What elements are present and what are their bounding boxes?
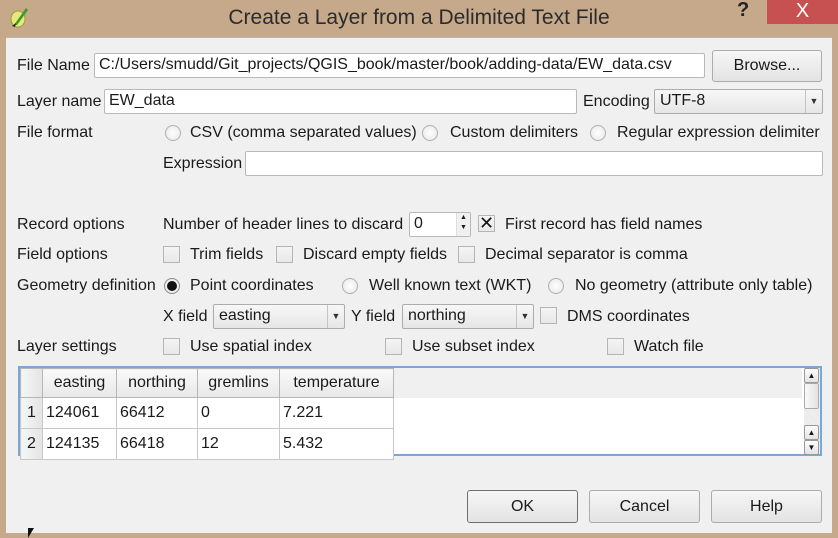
scroll-thumb[interactable] [804, 383, 819, 409]
y-field-select[interactable]: northing ▼ [402, 304, 534, 329]
encoding-value: UTF-8 [660, 92, 706, 109]
table-row: 1 124061 66412 0 7.221 [20, 397, 394, 429]
chevron-down-icon: ▼ [805, 90, 822, 113]
table-cell: 124135 [42, 428, 117, 460]
custom-delimiters-label: Custom delimiters [450, 124, 579, 141]
help-button[interactable]: Help [711, 490, 822, 523]
table-cell: 7.221 [279, 397, 394, 429]
file-name-input[interactable]: C:/Users/smudd/Git_projects/QGIS_book/ma… [94, 53, 705, 78]
close-button[interactable]: X [767, 0, 838, 24]
x-field-select[interactable]: easting ▼ [213, 304, 345, 329]
watch-file-label: Watch file [634, 338, 704, 355]
dms-coordinates-label: DMS coordinates [567, 308, 690, 325]
table-cell: 5.432 [279, 428, 394, 460]
expression-label: Expression [163, 155, 243, 172]
preview-grid: easting northing gremlins temperature 1 … [20, 368, 394, 460]
csv-radio-label: CSV (comma separated values) [190, 124, 417, 141]
column-header[interactable]: easting [42, 368, 117, 398]
x-field-label: X field [163, 308, 208, 325]
spin-down-icon[interactable]: ▼ [457, 223, 470, 233]
row-number[interactable]: 1 [20, 397, 43, 429]
subset-index-checkbox[interactable] [385, 338, 402, 355]
decimal-comma-checkbox[interactable] [458, 246, 475, 263]
discard-empty-checkbox[interactable] [276, 246, 293, 263]
expression-input[interactable] [245, 151, 823, 176]
y-field-label: Y field [351, 308, 396, 325]
column-header[interactable]: gremlins [197, 368, 280, 398]
header-row: easting northing gremlins temperature [20, 368, 394, 398]
header-lines-spinbox[interactable]: 0 ▲ ▼ [409, 212, 471, 237]
point-coordinates-label: Point coordinates [190, 277, 314, 294]
y-field-value: northing [408, 307, 466, 324]
window-title: Create a Layer from a Delimited Text Fil… [228, 6, 610, 29]
layer-name-input[interactable]: EW_data [104, 89, 577, 114]
title-bar: Create a Layer from a Delimited Text Fil… [0, 0, 838, 36]
field-options-label: Field options [17, 246, 108, 263]
file-format-label: File format [17, 124, 93, 141]
custom-delimiters-radio[interactable] [422, 125, 438, 141]
spin-up-icon[interactable]: ▲ [457, 213, 470, 223]
scroll-track[interactable] [804, 409, 819, 425]
chevron-down-icon: ▼ [516, 305, 533, 328]
browse-button[interactable]: Browse... [712, 50, 822, 82]
preview-table[interactable]: easting northing gremlins temperature 1 … [18, 366, 822, 460]
file-name-label: File Name [17, 57, 90, 74]
no-geometry-radio[interactable] [548, 278, 564, 294]
cancel-button[interactable]: Cancel [589, 490, 700, 523]
help-icon[interactable]: ? [737, 0, 749, 22]
column-header[interactable]: northing [116, 368, 198, 398]
table-row: 2 124135 66418 12 5.432 [20, 428, 394, 460]
decimal-comma-label: Decimal separator is comma [485, 246, 688, 263]
regex-delimiter-label: Regular expression delimiter [617, 124, 820, 141]
header-lines-label: Number of header lines to discard [163, 216, 404, 233]
geometry-definition-label: Geometry definition [17, 277, 156, 294]
chevron-down-icon: ▼ [327, 305, 344, 328]
trim-fields-label: Trim fields [190, 246, 264, 263]
trim-fields-checkbox[interactable] [163, 246, 180, 263]
table-cell: 124061 [42, 397, 117, 429]
first-record-checkbox[interactable]: ✕ [478, 214, 495, 232]
dms-coordinates-checkbox[interactable] [540, 307, 557, 324]
point-coordinates-radio[interactable] [164, 278, 180, 294]
dialog-body: File Name C:/Users/smudd/Git_projects/QG… [6, 37, 832, 533]
header-lines-value: 0 [414, 215, 423, 232]
table-cell: 66418 [116, 428, 198, 460]
wkt-radio[interactable] [342, 278, 358, 294]
first-record-label: First record has field names [505, 216, 703, 233]
discard-empty-label: Discard empty fields [303, 246, 448, 263]
encoding-label: Encoding [583, 93, 650, 110]
mouse-cursor-icon [28, 528, 34, 538]
table-cell: 66412 [116, 397, 198, 429]
spatial-index-label: Use spatial index [190, 338, 312, 355]
spin-buttons[interactable]: ▲ ▼ [456, 213, 470, 236]
x-field-value: easting [219, 307, 271, 324]
scroll-up-icon[interactable]: ▲ [804, 425, 819, 440]
column-header[interactable]: temperature [279, 368, 394, 398]
vertical-scrollbar[interactable]: ▲ ▲ ▼ [804, 368, 820, 455]
encoding-select[interactable]: UTF-8 ▼ [654, 89, 823, 114]
wkt-label: Well known text (WKT) [369, 277, 532, 294]
watch-file-checkbox[interactable] [607, 338, 624, 355]
scroll-down-icon[interactable]: ▼ [804, 440, 819, 455]
subset-index-label: Use subset index [412, 338, 535, 355]
csv-radio[interactable] [165, 125, 181, 141]
scroll-up-icon[interactable]: ▲ [804, 368, 819, 383]
regex-delimiter-radio[interactable] [590, 125, 606, 141]
ok-button[interactable]: OK [467, 490, 578, 523]
record-options-label: Record options [17, 216, 125, 233]
no-geometry-label: No geometry (attribute only table) [575, 277, 813, 294]
corner-cell[interactable] [20, 368, 43, 398]
table-cell: 0 [197, 397, 280, 429]
layer-settings-label: Layer settings [17, 338, 117, 355]
row-number[interactable]: 2 [20, 428, 43, 460]
layer-name-label: Layer name [17, 93, 102, 110]
table-cell: 12 [197, 428, 280, 460]
spatial-index-checkbox[interactable] [163, 338, 180, 355]
